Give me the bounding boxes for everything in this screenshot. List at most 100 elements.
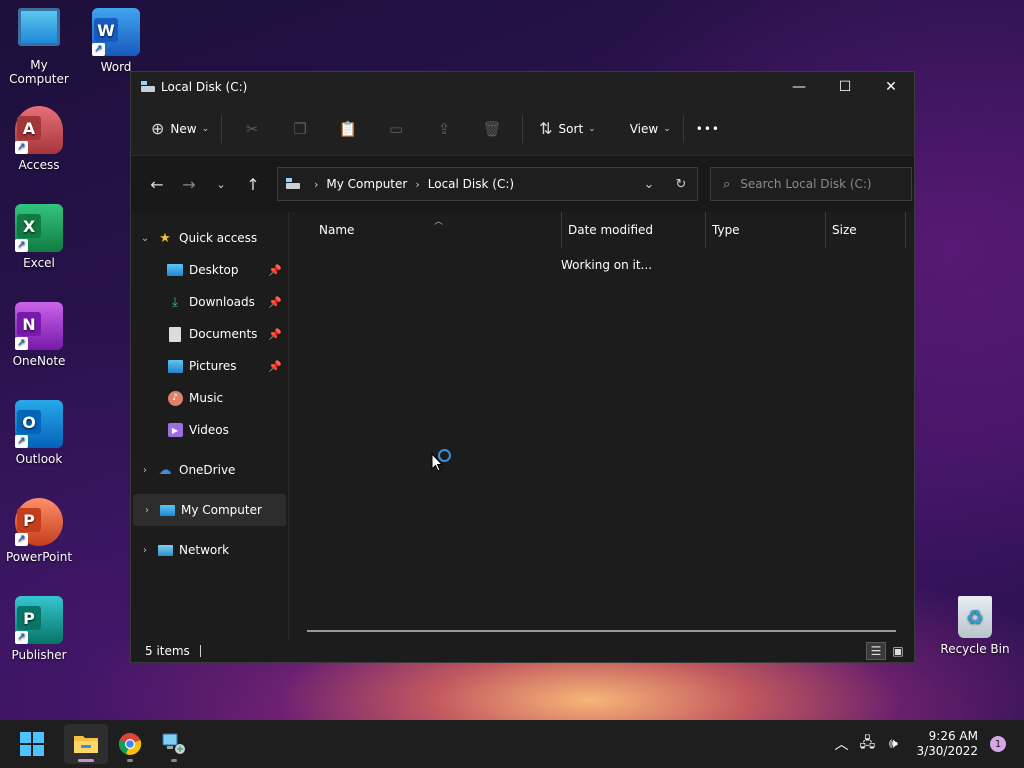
details-view-icon[interactable]: ☰ [866,642,886,660]
sidebar-item-label: Videos [189,423,229,437]
file-list-pane[interactable]: ︿ Name Date modified Type Size Working o… [289,212,914,640]
running-app-indicator [171,759,177,762]
desktop-icon-outlook[interactable]: O ↗ Outlook [0,400,78,466]
monitor-icon [18,8,60,46]
expand-chevron-icon[interactable]: › [131,545,157,556]
view-button[interactable]: View ⌄ [624,113,677,145]
new-button[interactable]: ⊕ New ⌄ [145,113,215,145]
desktop-icon-publisher[interactable]: P ↗ Publisher [0,596,78,662]
pin-icon[interactable]: 📌 [268,296,282,309]
desktop-icon-excel[interactable]: X ↗ Excel [0,204,78,270]
rename-icon[interactable]: ▭ [372,113,420,145]
copy-icon[interactable]: ❐ [276,113,324,145]
volume-icon[interactable]: 🕪 [880,736,906,752]
sidebar-item-label: Quick access [179,231,258,245]
sort-ascending-caret-icon: ︿ [434,217,444,227]
taskbar: ︿ 🖧 🕪 9:26 AM 3/30/2022 1 [0,720,1024,768]
column-header-date-modified[interactable]: Date modified [562,212,706,248]
column-header-type[interactable]: Type [706,212,826,248]
start-button[interactable] [10,724,54,764]
sidebar-item-label: OneDrive [179,463,236,477]
expand-chevron-icon[interactable]: ⌄ [131,233,157,244]
sidebar-item-label: Downloads [189,295,255,309]
sidebar-item-network[interactable]: › Network [131,534,288,566]
desktop-icon-label: Word [100,60,132,74]
address-dropdown-chevron-icon[interactable]: ⌄ [633,168,665,200]
refresh-icon[interactable]: ↻ [665,168,697,200]
shortcut-arrow-icon: ↗ [15,141,28,154]
breadcrumb-local-disk[interactable]: Local Disk (C:) [428,177,514,191]
clock-date: 3/30/2022 [916,744,978,758]
column-header-label: Type [712,223,740,237]
title-bar[interactable]: Local Disk (C:) — ☐ ✕ [131,72,914,102]
back-arrow-icon[interactable]: ← [141,168,173,200]
share-icon[interactable]: ⇪ [420,113,468,145]
delete-icon[interactable]: 🗑 [468,113,516,145]
show-hidden-icons-chevron-icon[interactable]: ︿ [828,734,854,754]
desktop-icon-label: Publisher [11,648,67,662]
shortcut-arrow-icon: ↗ [15,435,28,448]
expand-chevron-icon[interactable]: › [131,465,157,476]
powerpoint-icon: P ↗ [15,498,63,546]
computer-network-icon [162,733,185,754]
sidebar-item-onedrive[interactable]: › ☁ OneDrive [131,454,288,486]
taskbar-file-explorer[interactable] [64,724,108,764]
expand-chevron-icon[interactable]: › [133,505,159,516]
pin-icon[interactable]: 📌 [268,264,282,277]
outlook-icon: O ↗ [15,400,63,448]
search-input[interactable]: ⌕ Search Local Disk (C:) [710,167,912,201]
sidebar-item-label: My Computer [181,503,262,517]
sidebar-item-my-computer[interactable]: › My Computer [133,494,286,526]
drive-icon [141,81,155,92]
up-arrow-icon[interactable]: ↑ [237,168,269,200]
sidebar-item-downloads[interactable]: ⤓ Downloads 📌 [131,286,288,318]
sidebar-item-quick-access[interactable]: ⌄ ★ Quick access [131,222,288,254]
forward-arrow-icon[interactable]: → [173,168,205,200]
column-header-size[interactable]: Size [826,212,906,248]
sidebar-item-desktop[interactable]: Desktop 📌 [131,254,288,286]
tiles-view-icon[interactable]: ▣ [888,642,908,660]
more-options-button[interactable]: ••• [690,113,726,145]
minimize-button[interactable]: — [776,72,822,102]
publisher-icon: P ↗ [15,596,63,644]
breadcrumb-my-computer[interactable]: My Computer [326,177,407,191]
sidebar-item-documents[interactable]: Documents 📌 [131,318,288,350]
pin-icon[interactable]: 📌 [268,328,282,341]
desktop-icon-my-computer[interactable]: My Computer [0,8,78,86]
sidebar-item-pictures[interactable]: Pictures 📌 [131,350,288,382]
desktop-icon-word[interactable]: W ↗ Word [77,8,155,74]
network-status-icon[interactable]: 🖧 [854,732,880,756]
sort-label: Sort [558,121,584,136]
desktop-icon-recycle-bin[interactable]: ♻ Recycle Bin [936,596,1014,656]
address-bar[interactable]: › My Computer › Local Disk (C:) ⌄ ↻ [277,167,698,201]
taskbar-chrome[interactable] [108,724,152,764]
recent-locations-chevron-icon[interactable]: ⌄ [205,168,237,200]
desktop-icon-access[interactable]: A ↗ Access [0,106,78,172]
close-button[interactable]: ✕ [868,72,914,102]
sidebar-item-videos[interactable]: ▶ Videos [131,414,288,446]
word-icon: W ↗ [92,8,140,56]
pin-icon[interactable]: 📌 [268,360,282,373]
desktop-icon-label: My Computer [9,58,69,86]
sidebar-item-music[interactable]: ♪ Music [131,382,288,414]
column-header-label: Size [832,223,857,237]
clock[interactable]: 9:26 AM 3/30/2022 [916,729,978,759]
running-app-indicator [127,759,133,762]
sort-button[interactable]: ⇅ Sort ⌄ [533,113,602,145]
cut-icon[interactable]: ✂ [228,113,276,145]
search-placeholder: Search Local Disk (C:) [740,177,872,191]
maximize-button[interactable]: ☐ [822,72,868,102]
desktop-icon-powerpoint[interactable]: P ↗ PowerPoint [0,498,78,564]
taskbar-network-app[interactable] [152,724,196,764]
desktop-icon-onenote[interactable]: N ↗ OneNote [0,302,78,368]
paste-icon[interactable]: 📋 [324,113,372,145]
horizontal-scrollbar[interactable] [307,630,896,632]
chevron-down-icon: ⌄ [201,123,210,134]
file-explorer-window: Local Disk (C:) — ☐ ✕ ⊕ New ⌄ ✂ ❐ 📋 ▭ ⇪ … [130,71,915,663]
sidebar-item-label: Documents [189,327,258,341]
access-icon: A ↗ [15,106,63,154]
notification-badge[interactable]: 1 [990,736,1006,752]
sidebar-item-label: Pictures [189,359,237,373]
column-header-name[interactable]: Name [289,212,562,248]
chrome-icon [118,733,142,755]
